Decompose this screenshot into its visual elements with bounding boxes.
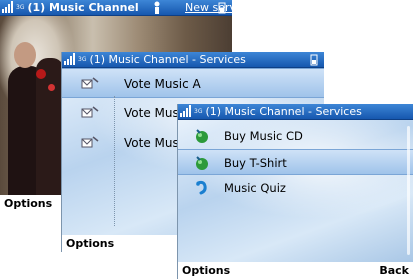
green-globe-icon: [196, 156, 208, 170]
scrollbar[interactable]: [407, 126, 410, 255]
back-softkey[interactable]: Back: [379, 262, 409, 279]
status-bar: 3G (1) Music Channel - Services: [178, 104, 413, 120]
dotted-divider: [114, 96, 115, 226]
status-bar: 3G (1) Music Channel - Services: [62, 52, 324, 68]
list-item-label: Buy T-Shirt: [224, 156, 287, 170]
list-item-music-quiz[interactable]: Music Quiz: [178, 175, 413, 201]
list-item-label: Vote Mus: [124, 106, 179, 120]
signal-icon: [180, 105, 191, 117]
status-bar: 3G(1) Music Channel New service: [0, 0, 232, 16]
options-softkey[interactable]: Options: [4, 195, 52, 212]
list-item-label: Buy Music CD: [224, 129, 303, 143]
green-globe-icon: [196, 129, 208, 143]
network-indicator: 3G: [194, 108, 203, 115]
window-title: (1) Music Channel - Services: [205, 105, 362, 118]
window-title: (1) Music Channel - Services: [89, 53, 246, 66]
network-indicator: 3G: [16, 4, 25, 11]
signal-icon: [2, 1, 13, 13]
window-title: (1) Music Channel: [27, 1, 139, 14]
blue-hook-icon: [196, 180, 207, 195]
person-icon: [154, 1, 160, 14]
list-item-label: Vote Mus: [124, 136, 179, 150]
softkey-bar: Options Back: [178, 262, 413, 279]
list-item-vote-music-a[interactable]: Vote Music A: [62, 68, 324, 98]
envelope-icon: [81, 77, 99, 89]
video-person: [36, 58, 64, 198]
red-emblem: [36, 69, 46, 79]
envelope-icon: [81, 106, 99, 118]
list-item-label: Music Quiz: [224, 181, 286, 195]
battery-icon: [218, 2, 226, 14]
envelope-icon: [81, 136, 99, 148]
red-emblem: [48, 84, 55, 91]
list-item-buy-music-cd[interactable]: Buy Music CD: [178, 123, 413, 149]
network-indicator: 3G: [78, 56, 87, 63]
options-softkey[interactable]: Options: [182, 262, 230, 279]
list-item-label: Vote Music A: [124, 77, 201, 91]
list-item-buy-t-shirt[interactable]: Buy T-Shirt: [178, 149, 413, 175]
video-head: [14, 42, 36, 68]
signal-icon: [64, 53, 75, 65]
options-softkey[interactable]: Options: [66, 235, 114, 252]
services-list: Buy Music CD Buy T-Shirt Music Quiz: [178, 123, 413, 201]
battery-icon: [310, 54, 318, 66]
services-shop-screen: 3G (1) Music Channel - Services Buy Music…: [178, 104, 413, 279]
